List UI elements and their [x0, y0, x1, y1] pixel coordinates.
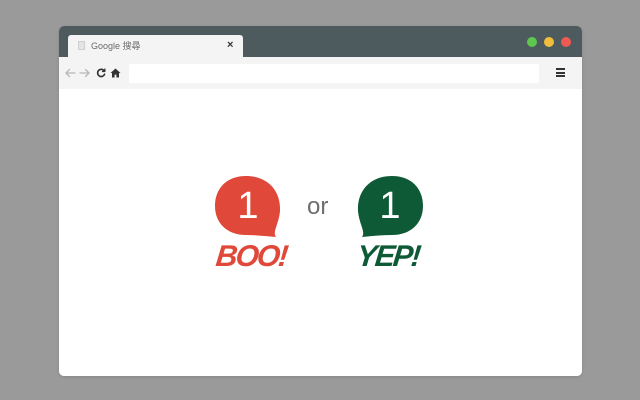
hamburger-menu-line [556, 75, 565, 77]
arrow-right-icon [79, 68, 90, 78]
title-bar: Google 搜尋 × [59, 26, 582, 57]
arrow-left-icon [65, 68, 76, 78]
browser-tab[interactable]: Google 搜尋 × [68, 35, 243, 57]
boo-count: 1 [237, 185, 259, 227]
browser-window: Google 搜尋 × 1 BOO! or 1 YEP! [59, 26, 582, 376]
home-icon [110, 68, 120, 78]
yep-count: 1 [379, 185, 401, 227]
boo-label: BOO! [214, 240, 289, 273]
yep-label: YEP! [355, 240, 421, 273]
home-button[interactable] [109, 66, 121, 80]
hamburger-menu-line [556, 71, 565, 74]
tab-close-button[interactable]: × [227, 38, 233, 52]
browser-toolbar [59, 57, 582, 89]
window-minimize-button[interactable] [544, 37, 554, 47]
yep-vote-button[interactable]: 1 [353, 175, 425, 241]
back-button[interactable] [64, 66, 76, 80]
page-favicon-icon [78, 41, 85, 50]
window-close-button[interactable] [561, 37, 571, 47]
hamburger-menu-icon [556, 68, 565, 70]
window-maximize-button[interactable] [527, 37, 537, 47]
boo-vote-button[interactable]: 1 [213, 175, 285, 241]
address-bar-input[interactable] [129, 64, 539, 83]
forward-button[interactable] [79, 66, 91, 80]
page-content: 1 BOO! or 1 YEP! [59, 89, 582, 376]
reload-icon [96, 68, 106, 78]
browser-menu-button[interactable] [556, 68, 565, 77]
or-separator: or [307, 193, 329, 220]
reload-button[interactable] [95, 66, 107, 80]
tab-title: Google 搜尋 [91, 41, 141, 51]
